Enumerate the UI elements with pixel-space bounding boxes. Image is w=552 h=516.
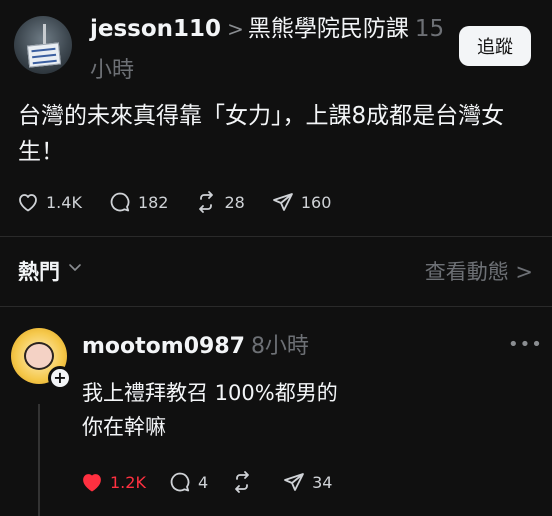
post-time-unit: 小時 <box>90 58 135 83</box>
like-button[interactable]: 1.4K <box>16 190 82 214</box>
post-text: 台灣的未來真得靠「女力」，上課8成都是台灣女生！ <box>18 103 505 165</box>
send-icon <box>272 193 293 211</box>
heart-filled-icon <box>83 474 101 492</box>
chevron-right-icon: > <box>515 260 533 284</box>
reply-header: mootom0987 8小時 <box>82 332 309 362</box>
comment-button[interactable]: 4 <box>168 470 208 494</box>
share-count: 34 <box>312 472 333 492</box>
reply-text: 我上禮拜教召 100%都男的 你在幹嘛 <box>82 376 522 444</box>
post-actions: 1.4K 182 28 160 <box>16 188 357 216</box>
reply-text-line: 我上禮拜教召 100%都男的 <box>82 381 338 405</box>
view-activity-label: 查看動態 <box>424 260 509 284</box>
reply-text-line: 你在幹嘛 <box>82 415 166 439</box>
repost-button[interactable]: 28 <box>194 190 245 214</box>
comment-button[interactable]: 182 <box>108 190 169 214</box>
repost-icon <box>235 471 250 493</box>
poster-username[interactable]: jesson110 <box>90 16 221 42</box>
divider <box>0 306 552 307</box>
share-count: 160 <box>300 192 332 212</box>
share-button[interactable]: 34 <box>282 470 332 494</box>
like-count: 1.4K <box>46 192 82 212</box>
send-icon <box>284 473 305 491</box>
repost-button[interactable] <box>230 470 260 494</box>
thread-line <box>38 404 40 516</box>
sort-dropdown[interactable]: 熱門 <box>18 256 60 286</box>
poster-avatar[interactable] <box>14 16 72 74</box>
like-count: 1.2K <box>110 472 146 492</box>
divider <box>0 236 552 237</box>
reply-actions: 1.2K 4 34 <box>80 468 354 496</box>
follow-button[interactable]: 追蹤 <box>459 26 531 66</box>
post-time: 15 <box>414 16 445 42</box>
comment-icon <box>110 192 130 212</box>
repost-count: 28 <box>224 192 245 212</box>
like-button[interactable]: 1.2K <box>80 470 146 494</box>
reply-time: 8小時 <box>250 334 309 359</box>
repost-icon <box>199 191 214 213</box>
avatar-face <box>24 342 54 370</box>
heart-icon <box>19 194 37 212</box>
replier-username[interactable]: mootom0987 <box>82 334 245 359</box>
chevron-down-icon[interactable] <box>68 259 82 278</box>
follow-plus-icon[interactable]: + <box>48 366 72 390</box>
comment-count: 182 <box>137 192 169 212</box>
community-name[interactable]: 黑熊學院民防課 <box>248 16 409 42</box>
post-header: jesson110 > 黑熊學院民防課 15 <box>90 14 450 44</box>
view-activity-link[interactable]: 查看動態 > <box>425 256 533 286</box>
comment-icon <box>170 472 190 492</box>
avatar-sign <box>26 42 62 68</box>
chevron-right-icon: > <box>227 17 244 41</box>
share-button[interactable]: 160 <box>271 190 332 214</box>
replies-sort-row: 熱門 查看動態 > <box>18 256 533 288</box>
more-options-icon[interactable]: ••• <box>508 334 543 355</box>
comment-count: 4 <box>197 472 209 492</box>
